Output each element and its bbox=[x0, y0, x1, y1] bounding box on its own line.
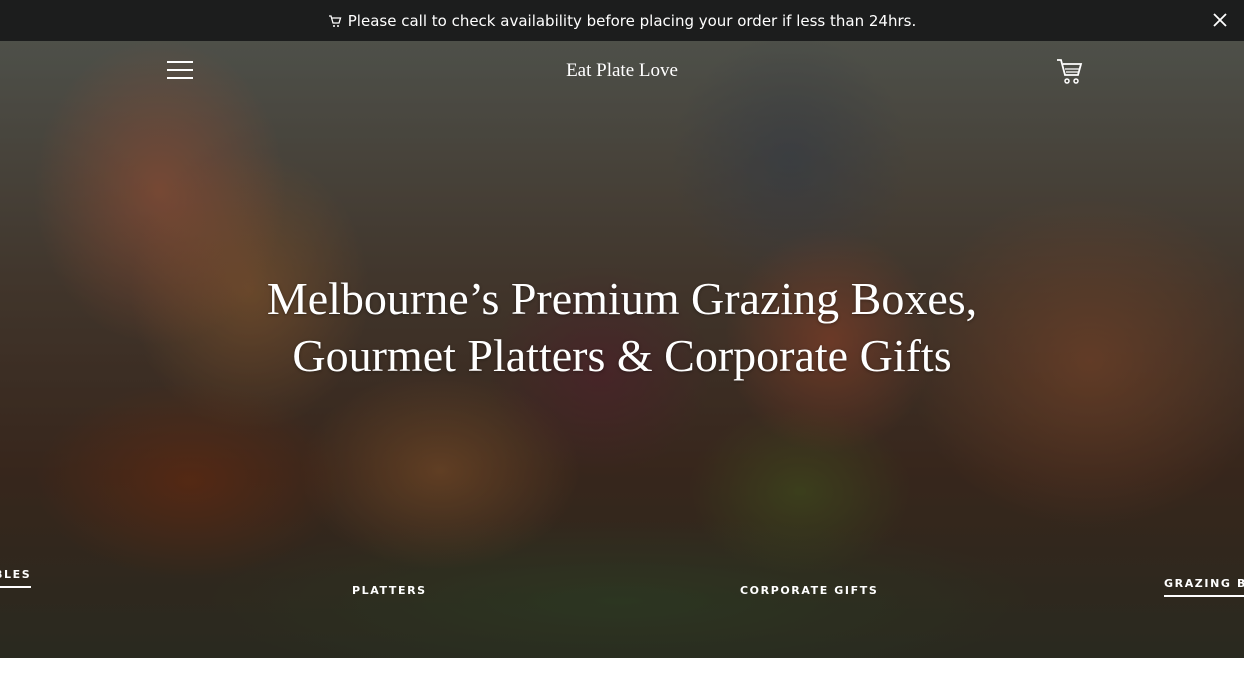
cart-icon[interactable] bbox=[1055, 56, 1085, 86]
slide-nav-corporate-gifts[interactable]: CORPORATE GIFTS bbox=[740, 584, 878, 597]
cart-icon bbox=[328, 14, 342, 28]
close-icon[interactable] bbox=[1210, 10, 1230, 30]
hero-headline: Melbourne’s Premium Grazing Boxes, Gourm… bbox=[0, 270, 1244, 384]
hero-headline-line: Melbourne’s Premium Grazing Boxes, bbox=[266, 273, 978, 324]
hero-slideshow: Eat Plate Love Melbourne’s Premium Grazi… bbox=[0, 41, 1244, 658]
announcement-text: Please call to check availability before… bbox=[347, 11, 917, 30]
slide-nav-grazing-boxes[interactable]: GRAZING BO bbox=[1164, 577, 1244, 597]
slide-nav-tables[interactable]: BLES bbox=[0, 568, 32, 588]
announcement-bar: Please call to check availability before… bbox=[0, 0, 1244, 41]
slide-nav-platters[interactable]: PLATTERS bbox=[352, 584, 427, 597]
hero-headline-line: Gourmet Platters & Corporate Gifts bbox=[292, 330, 952, 381]
